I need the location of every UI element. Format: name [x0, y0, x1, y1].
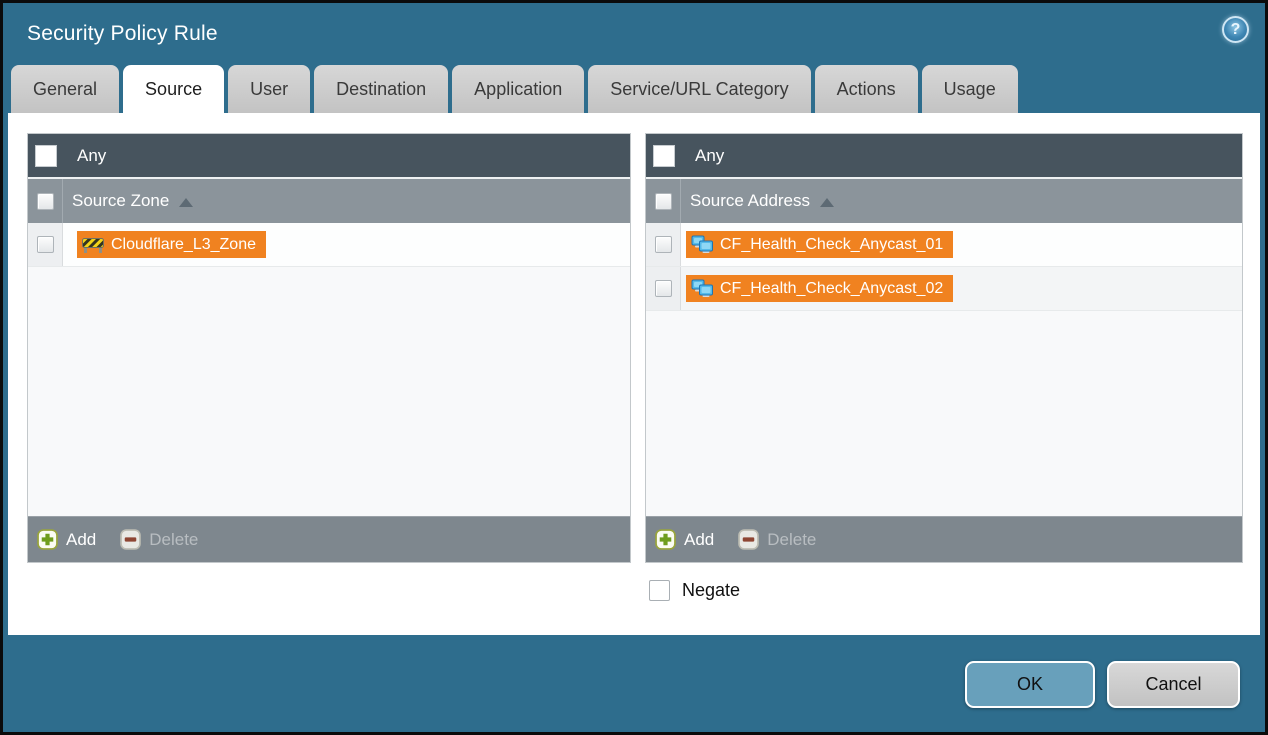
address-chip[interactable]: CF_Health_Check_Anycast_02 — [686, 275, 953, 302]
sort-asc-icon — [179, 198, 193, 207]
source-zone-column-label: Source Zone — [72, 191, 169, 211]
source-zone-footer: Add Delete — [28, 516, 630, 562]
tab-application[interactable]: Application — [452, 65, 584, 113]
add-button[interactable]: Add — [37, 529, 96, 550]
tab-usage[interactable]: Usage — [922, 65, 1018, 113]
security-policy-rule-dialog: Security Policy Rule ? General Source Us… — [0, 0, 1268, 735]
source-address-any-label: Any — [695, 146, 724, 166]
source-zone-column-header[interactable]: Source Zone — [28, 179, 630, 223]
address-chip-label: CF_Health_Check_Anycast_02 — [720, 280, 943, 298]
source-address-footer: Add Delete — [646, 516, 1242, 562]
source-zone-any-label: Any — [77, 146, 106, 166]
source-zone-select-all-checkbox[interactable] — [37, 193, 54, 210]
minus-icon — [738, 529, 759, 550]
source-address-any-bar: Any — [646, 134, 1242, 179]
help-icon[interactable]: ? — [1222, 16, 1249, 43]
add-button-label: Add — [684, 530, 714, 550]
address-chip[interactable]: CF_Health_Check_Anycast_01 — [686, 231, 953, 258]
source-zone-any-bar: Any — [28, 134, 630, 179]
plus-icon — [655, 529, 676, 550]
source-zone-list: Cloudflare_L3_Zone — [28, 223, 630, 516]
sort-asc-icon — [820, 198, 834, 207]
address-icon — [691, 235, 713, 254]
source-zone-any-checkbox[interactable] — [35, 145, 57, 167]
tab-source[interactable]: Source — [123, 65, 224, 113]
zone-chip[interactable]: Cloudflare_L3_Zone — [77, 231, 266, 258]
tab-actions[interactable]: Actions — [815, 65, 918, 113]
add-button-label: Add — [66, 530, 96, 550]
source-address-column-header[interactable]: Source Address — [646, 179, 1242, 223]
table-row[interactable]: CF_Health_Check_Anycast_01 — [646, 223, 1242, 267]
dialog-title: Security Policy Rule — [27, 22, 218, 46]
delete-button[interactable]: Delete — [738, 529, 816, 550]
row-checkbox[interactable] — [655, 236, 672, 253]
ok-button[interactable]: OK — [965, 661, 1095, 708]
zone-chip-label: Cloudflare_L3_Zone — [111, 236, 256, 254]
add-button[interactable]: Add — [655, 529, 714, 550]
source-address-list: CF_Health_Check_Anycast_01 — [646, 223, 1242, 516]
tab-destination[interactable]: Destination — [314, 65, 448, 113]
address-chip-label: CF_Health_Check_Anycast_01 — [720, 236, 943, 254]
tab-service-url-category[interactable]: Service/URL Category — [588, 65, 810, 113]
delete-button-label: Delete — [767, 530, 816, 550]
plus-icon — [37, 529, 58, 550]
tab-user[interactable]: User — [228, 65, 310, 113]
table-row[interactable]: Cloudflare_L3_Zone — [28, 223, 630, 267]
source-zone-panel: Any Source Zone — [27, 133, 631, 563]
cancel-button[interactable]: Cancel — [1107, 661, 1240, 708]
row-checkbox[interactable] — [655, 280, 672, 297]
row-checkbox[interactable] — [37, 236, 54, 253]
negate-label: Negate — [682, 580, 740, 601]
source-address-column-label: Source Address — [690, 191, 810, 211]
delete-button-label: Delete — [149, 530, 198, 550]
tab-bar: General Source User Destination Applicat… — [3, 65, 1265, 113]
title-bar: Security Policy Rule ? — [3, 3, 1265, 65]
delete-button[interactable]: Delete — [120, 529, 198, 550]
zone-icon — [82, 236, 104, 254]
table-row[interactable]: CF_Health_Check_Anycast_02 — [646, 267, 1242, 311]
minus-icon — [120, 529, 141, 550]
negate-checkbox[interactable] — [649, 580, 670, 601]
address-icon — [691, 279, 713, 298]
source-address-panel: Any Source Address — [645, 133, 1243, 563]
tab-general[interactable]: General — [11, 65, 119, 113]
negate-row: Negate — [649, 580, 1260, 601]
source-tab-content: Any Source Zone — [8, 113, 1260, 635]
source-address-any-checkbox[interactable] — [653, 145, 675, 167]
dialog-footer: OK Cancel — [3, 637, 1265, 732]
source-address-select-all-checkbox[interactable] — [655, 193, 672, 210]
